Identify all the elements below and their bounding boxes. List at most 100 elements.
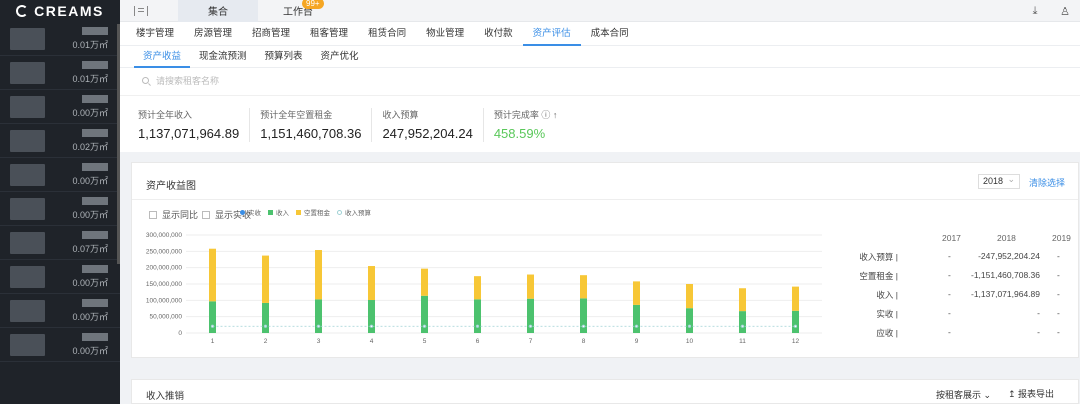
module-tab[interactable]: 资产评估 bbox=[522, 22, 581, 46]
bar-income bbox=[262, 302, 269, 333]
module-tab[interactable]: 楼宇管理 bbox=[126, 22, 184, 46]
project-thumbnail bbox=[10, 95, 45, 118]
tab-collection[interactable]: 集合 bbox=[178, 0, 258, 22]
sub-tab[interactable]: 资产收益 bbox=[134, 46, 191, 68]
top-bar: 集合 工作台 99+ ⤓ ♙ bbox=[120, 0, 1080, 22]
project-area: 0.01万㎡ bbox=[72, 39, 108, 50]
project-thumbnail bbox=[10, 61, 45, 84]
year-header: 2018 bbox=[997, 233, 1016, 243]
bar-income bbox=[792, 310, 799, 333]
module-tab[interactable]: 房源管理 bbox=[184, 22, 242, 46]
tab-workbench[interactable]: 工作台 99+ bbox=[258, 0, 338, 22]
project-item[interactable]: 0.01万㎡ bbox=[0, 56, 120, 90]
budget-point bbox=[793, 324, 798, 328]
stat-completion-rate: 预计完成率 ⓘ ↑ 458.59% bbox=[493, 110, 558, 141]
sub-tab[interactable]: 现金流预测 bbox=[190, 46, 256, 68]
clear-selection-link[interactable]: 清除选择 bbox=[1029, 176, 1065, 189]
project-name-blurred bbox=[82, 298, 108, 307]
tenant-search[interactable]: 请搜索租客名称 bbox=[142, 74, 219, 87]
legend-income[interactable]: 收入 bbox=[268, 207, 289, 217]
bar-vacant-rent bbox=[421, 268, 428, 296]
bar-vacant-rent bbox=[315, 250, 322, 300]
budget-point bbox=[369, 324, 374, 328]
show-yoy-checkbox[interactable]: 显示同比 bbox=[149, 208, 198, 221]
project-item[interactable]: 0.00万㎡ bbox=[0, 158, 120, 192]
project-item[interactable]: 0.00万㎡ bbox=[0, 192, 120, 226]
cell-value: - bbox=[1057, 251, 1060, 261]
notification-badge: 99+ bbox=[302, 0, 324, 9]
legend-budget[interactable]: 收入预算 bbox=[337, 207, 371, 217]
module-nav: 楼宇管理 房源管理 招商管理 租客管理 租赁合同 物业管理 收付款 资产评估 成本合同 bbox=[120, 22, 1080, 46]
bar-income bbox=[315, 299, 322, 333]
x-tick-label: 11 bbox=[739, 338, 746, 345]
project-area: 0.00万㎡ bbox=[72, 311, 108, 322]
cell-value: - bbox=[1057, 289, 1060, 299]
row-label: 收入预算 | bbox=[859, 252, 898, 262]
group-by-tenant-select[interactable]: 按租客展示 ⌄ bbox=[936, 388, 991, 401]
project-area: 0.00万㎡ bbox=[72, 107, 108, 118]
bar-vacant-rent bbox=[686, 284, 693, 309]
sidebar: CREAMS 0.01万㎡ 0.01万㎡ 0.00万㎡ 0.02万㎡ 0.00万㎡ 0.0… bbox=[0, 0, 120, 404]
project-item[interactable]: 0.02万㎡ bbox=[0, 124, 120, 158]
x-tick-label: 7 bbox=[529, 338, 533, 345]
budget-point bbox=[581, 324, 586, 328]
row-label: 应收 | bbox=[876, 328, 898, 338]
legend-actual[interactable]: 实收 bbox=[240, 207, 261, 217]
project-item[interactable]: 0.00万㎡ bbox=[0, 328, 120, 362]
project-item[interactable]: 0.01万㎡ bbox=[0, 22, 120, 56]
cell-value: -1,137,071,964.89 bbox=[970, 289, 1040, 299]
logo-icon bbox=[16, 5, 29, 17]
bar-income bbox=[739, 311, 746, 333]
y-tick-label: 200,000,000 bbox=[146, 265, 183, 272]
sub-tab[interactable]: 资产优化 bbox=[312, 46, 368, 68]
legend-vacant[interactable]: 空置租金 bbox=[296, 207, 330, 217]
download-icon[interactable]: ⤓ bbox=[1020, 5, 1050, 18]
project-item[interactable]: 0.00万㎡ bbox=[0, 260, 120, 294]
x-tick-label: 2 bbox=[264, 338, 268, 345]
cell-value: - bbox=[1057, 308, 1060, 318]
year-header: 2019 bbox=[1052, 233, 1071, 243]
bar-vacant-rent bbox=[368, 266, 375, 301]
search-placeholder: 请搜索租客名称 bbox=[156, 76, 220, 86]
y-tick-label: 100,000,000 bbox=[146, 297, 183, 304]
x-tick-label: 8 bbox=[582, 338, 586, 345]
module-tab[interactable]: 租赁合同 bbox=[358, 22, 416, 46]
sub-tab[interactable]: 预算列表 bbox=[256, 46, 312, 68]
x-tick-label: 4 bbox=[370, 338, 374, 345]
app-root: CREAMS 0.01万㎡ 0.01万㎡ 0.00万㎡ 0.02万㎡ 0.00万㎡ 0.0… bbox=[0, 0, 1080, 404]
cell-value: - bbox=[1057, 327, 1060, 337]
module-tab[interactable]: 租客管理 bbox=[300, 22, 358, 46]
module-tab[interactable]: 物业管理 bbox=[416, 22, 474, 46]
sub-nav: 资产收益 现金流预测 预算列表 资产优化 bbox=[120, 46, 1080, 68]
cell-value: - bbox=[1037, 308, 1040, 318]
user-icon[interactable]: ♙ bbox=[1050, 5, 1080, 18]
y-tick-label: 250,000,000 bbox=[146, 248, 183, 255]
project-area: 0.07万㎡ bbox=[72, 243, 108, 254]
project-area: 0.00万㎡ bbox=[72, 345, 108, 356]
project-thumbnail bbox=[10, 265, 45, 288]
row-label: 实收 | bbox=[876, 309, 898, 319]
module-tab[interactable]: 收付款 bbox=[474, 22, 523, 46]
bar-vacant-rent bbox=[580, 275, 587, 299]
asset-income-panel: 资产收益图 2018 清除选择 显示同比 显示实收 实收 收入 空置租金 收入预… bbox=[131, 162, 1079, 358]
project-thumbnail bbox=[10, 27, 45, 50]
year-select[interactable]: 2018 bbox=[978, 173, 1020, 189]
bar-income bbox=[633, 304, 640, 333]
module-tab[interactable]: 招商管理 bbox=[242, 22, 300, 46]
bar-vacant-rent bbox=[527, 274, 534, 299]
row-label: 收入 | bbox=[876, 290, 898, 300]
bar-income bbox=[209, 301, 216, 333]
project-name-blurred bbox=[82, 264, 108, 273]
project-item[interactable]: 0.00万㎡ bbox=[0, 294, 120, 328]
project-name-blurred bbox=[82, 196, 108, 205]
bar-income bbox=[474, 299, 481, 333]
project-item[interactable]: 0.07万㎡ bbox=[0, 226, 120, 260]
export-report-button[interactable]: ↥ 报表导出 bbox=[1008, 387, 1054, 400]
project-item[interactable]: 0.00万㎡ bbox=[0, 90, 120, 124]
divider bbox=[132, 199, 1078, 200]
module-tab[interactable]: 成本合同 bbox=[581, 22, 639, 46]
x-tick-label: 9 bbox=[635, 338, 639, 345]
menu-toggle-icon[interactable] bbox=[134, 5, 148, 16]
bar-income bbox=[368, 300, 375, 333]
project-name-blurred bbox=[82, 162, 108, 171]
